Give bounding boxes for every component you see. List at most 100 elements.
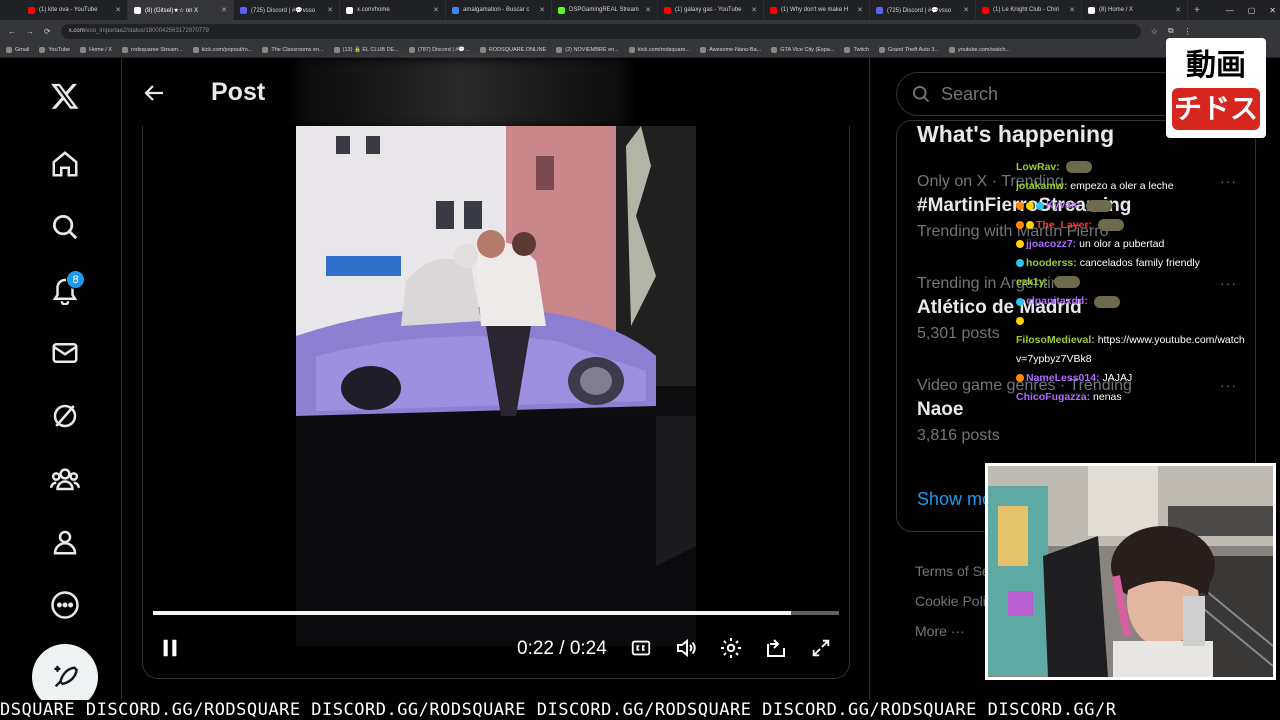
chat-username: jjoacozz7: bbox=[1026, 237, 1077, 250]
browser-tab[interactable]: amalgamation - Buscar c ✕ bbox=[446, 0, 552, 20]
bookmark-favicon-icon bbox=[949, 46, 956, 53]
profile-icon[interactable] bbox=[45, 522, 85, 562]
chat-emote-icon bbox=[1086, 199, 1113, 212]
bookmark-label: RODSQUARE.ONLINE bbox=[488, 46, 547, 53]
bookmark-item[interactable]: rodsquaree Stream... bbox=[121, 46, 183, 53]
bookmark-item[interactable]: (787) Discord | #💬... bbox=[408, 46, 470, 53]
pause-icon[interactable] bbox=[153, 631, 187, 665]
minimize-icon[interactable]: — bbox=[1226, 6, 1234, 15]
url-field[interactable]: x.com /eso_importaa2/status/180004256317… bbox=[60, 23, 1141, 39]
tab-close-icon[interactable]: ✕ bbox=[433, 6, 439, 14]
chat-emote-icon bbox=[1093, 295, 1120, 308]
bookmark-item[interactable]: Gmail bbox=[6, 46, 29, 53]
bookmark-favicon-icon bbox=[192, 46, 199, 53]
browser-tab[interactable]: (1) galaxy gas - YouTube ✕ bbox=[658, 0, 764, 20]
browser-tab[interactable]: (725) Discord | #💬vsso ✕ bbox=[870, 0, 976, 20]
bookmark-label: (2) NOVIEMBRE en... bbox=[565, 46, 619, 53]
bookmark-item[interactable]: (13) 🔒 EL CLUB DE... bbox=[333, 46, 399, 53]
close-window-icon[interactable]: ✕ bbox=[1269, 6, 1276, 15]
chat-message: ezk1y: bbox=[1016, 273, 1266, 292]
tab-close-icon[interactable]: ✕ bbox=[221, 6, 227, 14]
chat-emote-icon bbox=[1065, 161, 1092, 174]
bookmark-star-icon[interactable]: ☆ bbox=[1151, 27, 1158, 36]
tab-favicon-icon bbox=[452, 6, 459, 14]
maximize-icon[interactable]: ▢ bbox=[1248, 6, 1256, 15]
browser-tab[interactable]: (1) Le Knight Club - Chiri ✕ bbox=[976, 0, 1082, 20]
fullscreen-icon[interactable] bbox=[804, 631, 838, 665]
browser-tab[interactable]: (8) Home / X ✕ bbox=[1082, 0, 1188, 20]
stream-chat-overlay: LowRav: jotakamw: empezo a oler a leche K… bbox=[1016, 158, 1266, 408]
bookmark-item[interactable]: Home / X bbox=[80, 46, 112, 53]
chat-message: The_Layer: bbox=[1016, 216, 1266, 235]
bookmark-item[interactable]: (2) NOVIEMBRE en... bbox=[556, 46, 619, 53]
bookmark-item[interactable]: kick.com/popout/ro... bbox=[192, 46, 252, 53]
bookmark-label: youtube.com/watch... bbox=[958, 46, 1010, 53]
tab-close-icon[interactable]: ✕ bbox=[645, 6, 651, 14]
tab-close-icon[interactable]: ✕ bbox=[539, 6, 545, 14]
back-nav-icon[interactable]: ← bbox=[8, 27, 16, 36]
profile-menu-icon[interactable]: ⋮ bbox=[1184, 27, 1192, 36]
bookmark-favicon-icon bbox=[121, 46, 128, 53]
forward-nav-icon[interactable]: → bbox=[26, 27, 34, 36]
home-icon[interactable] bbox=[45, 144, 85, 184]
bookmark-item[interactable]: Grand Theft Auto 3... bbox=[879, 46, 939, 53]
bookmark-item[interactable]: The Classrooms en... bbox=[262, 46, 324, 53]
video-time: 0:22 / 0:24 bbox=[517, 638, 607, 659]
browser-tab[interactable]: (1) Why don't we make H ✕ bbox=[764, 0, 870, 20]
reload-icon[interactable]: ⟳ bbox=[44, 27, 51, 36]
new-tab-button[interactable]: + bbox=[1188, 5, 1200, 16]
bookmark-favicon-icon bbox=[408, 46, 415, 53]
tab-title: (1) Le Knight Club - Chiri bbox=[993, 7, 1060, 13]
bookmark-item[interactable]: RODSQUARE.ONLINE bbox=[479, 46, 547, 53]
trend-count: 3,816 posts bbox=[917, 427, 1000, 444]
volume-icon[interactable] bbox=[669, 631, 703, 665]
tab-close-icon[interactable]: ✕ bbox=[327, 6, 333, 14]
video-controls: 0:22 / 0:24 bbox=[143, 631, 849, 671]
bookmark-item[interactable]: YouTube bbox=[39, 46, 70, 53]
bookmark-label: The Classrooms en... bbox=[271, 46, 324, 53]
video-player[interactable] bbox=[296, 126, 696, 646]
bookmark-favicon-icon bbox=[700, 46, 707, 53]
bookmark-favicon-icon bbox=[39, 46, 46, 53]
settings-gear-icon[interactable] bbox=[714, 631, 748, 665]
tab-close-icon[interactable]: ✕ bbox=[857, 6, 863, 14]
x-logo-icon[interactable] bbox=[45, 76, 85, 116]
bookmark-item[interactable]: kick.com/rodsquare... bbox=[628, 46, 690, 53]
tab-favicon-icon bbox=[982, 6, 989, 14]
bookmark-item[interactable]: Twitch bbox=[844, 46, 869, 53]
tab-close-icon[interactable]: ✕ bbox=[751, 6, 757, 14]
chat-text: un olor a pubertad bbox=[1079, 237, 1165, 250]
explore-icon[interactable] bbox=[45, 207, 85, 247]
tab-close-icon[interactable]: ✕ bbox=[1069, 6, 1075, 14]
url-host: x.com bbox=[68, 28, 85, 34]
tab-close-icon[interactable]: ✕ bbox=[1175, 6, 1181, 14]
bookmark-item[interactable]: Awesome-Nano-Ba... bbox=[700, 46, 761, 53]
browser-tab[interactable]: x.com/home ✕ bbox=[340, 0, 446, 20]
page-title: Post bbox=[211, 78, 266, 106]
chat-text: JAJAJ bbox=[1102, 372, 1133, 385]
chat-message: jjoacozz7: un olor a pubertad bbox=[1016, 235, 1266, 254]
back-arrow-icon[interactable] bbox=[140, 78, 170, 108]
notifications-icon[interactable]: 8 bbox=[45, 270, 85, 310]
captions-icon[interactable] bbox=[624, 631, 658, 665]
browser-tab[interactable]: (8) (Gitsel)★☆ on X ✕ bbox=[128, 0, 234, 20]
trends-heading: What's happening bbox=[917, 121, 1115, 147]
chat-username: ezk1y: bbox=[1016, 276, 1049, 289]
browser-tab[interactable]: (1) kite ova - YouTube ✕ bbox=[22, 0, 128, 20]
picture-in-picture-icon[interactable] bbox=[759, 631, 793, 665]
tab-close-icon[interactable]: ✕ bbox=[963, 6, 969, 14]
bookmark-item[interactable]: GTA Vice City (Espa... bbox=[771, 46, 834, 53]
browser-tab[interactable]: (725) Discord | #💬vsso ✕ bbox=[234, 0, 340, 20]
browser-tab[interactable]: DSPGamingREAL Stream ✕ bbox=[552, 0, 658, 20]
tab-close-icon[interactable]: ✕ bbox=[115, 6, 121, 14]
messages-icon[interactable] bbox=[45, 333, 85, 373]
bookmark-favicon-icon bbox=[771, 46, 778, 53]
bookmark-item[interactable]: youtube.com/watch... bbox=[949, 46, 1010, 53]
more-icon[interactable] bbox=[45, 585, 85, 625]
chat-message: ChicoFugazza: nenas bbox=[1016, 388, 1266, 407]
communities-icon[interactable] bbox=[45, 459, 85, 499]
extensions-icon[interactable]: ⧉ bbox=[1168, 26, 1174, 36]
grok-icon[interactable] bbox=[45, 396, 85, 436]
video-progress-bar[interactable] bbox=[153, 611, 839, 615]
bookmark-favicon-icon bbox=[262, 46, 269, 53]
